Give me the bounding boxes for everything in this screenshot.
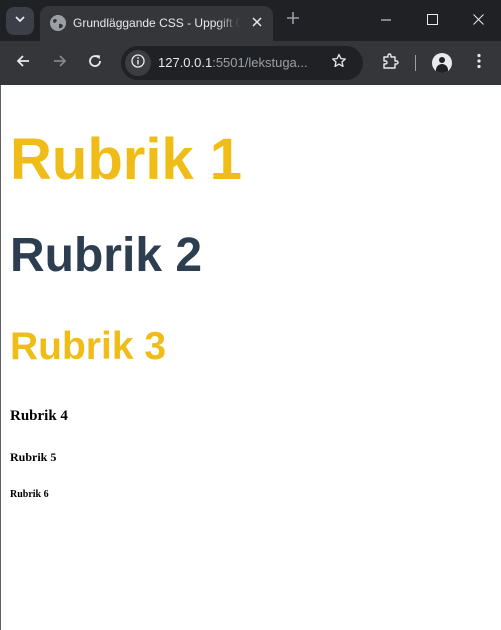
minimize-button[interactable] [363,0,409,41]
forward-arrow-icon [52,53,68,74]
profile-icon [432,53,452,73]
info-icon [131,53,145,73]
profile-button[interactable] [428,49,456,77]
plus-icon [286,11,300,30]
reload-button[interactable] [81,49,109,77]
site-info-button[interactable] [125,50,151,76]
globe-icon [50,15,66,31]
puzzle-icon [381,52,399,75]
bookmark-button[interactable] [329,53,349,73]
back-arrow-icon [15,53,31,74]
browser-menu-button[interactable] [465,49,493,77]
star-icon [331,53,347,74]
heading-3: Rubrik 3 [10,325,167,368]
heading-4: Rubrik 4 [10,408,68,424]
url-path: :5501/lekstuga... [212,55,308,70]
maximize-button[interactable] [409,0,455,41]
browser-toolbar: 127.0.0.1:5501/lekstuga... [0,41,501,85]
toolbar-divider [415,55,416,71]
maximize-icon [426,12,438,30]
minimize-icon [381,12,391,30]
more-vert-icon [477,53,481,74]
tab-search-button[interactable] [6,7,34,35]
new-tab-button[interactable] [282,9,304,31]
browser-tab[interactable]: Grundläggande CSS - Uppgift 0 [40,6,273,41]
reload-icon [87,53,103,74]
browser-titlebar: Grundläggande CSS - Uppgift 0 [0,0,501,41]
heading-2: Rubrik 2 [10,229,203,282]
back-button[interactable] [9,49,37,77]
window-close-icon [472,12,484,30]
window-close-button[interactable] [455,0,501,41]
url-host: 127.0.0.1 [158,55,213,70]
close-icon [252,14,262,32]
address-bar[interactable]: 127.0.0.1:5501/lekstuga... [121,46,363,80]
forward-button[interactable] [46,49,74,77]
heading-5: Rubrik 5 [10,450,57,464]
url-text: 127.0.0.1:5501/lekstuga... [158,55,308,70]
page-content: Rubrik 1 Rubrik 2 Rubrik 3 Rubrik 4 Rubr… [0,85,501,630]
heading-1: Rubrik 1 [10,127,243,192]
extensions-button[interactable] [376,49,404,77]
tab-close-button[interactable] [247,13,267,33]
heading-6: Rubrik 6 [10,489,49,500]
tab-search-icon [14,12,26,30]
tab-title: Grundläggande CSS - Uppgift 0 [73,16,241,30]
